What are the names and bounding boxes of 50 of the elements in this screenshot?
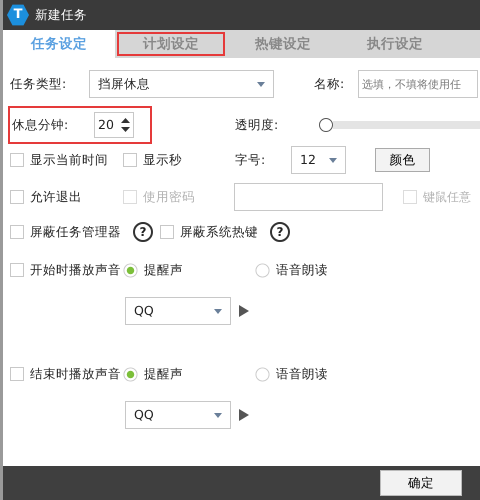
checkbox-label: 显示秒 xyxy=(143,150,182,169)
checkbox[interactable] xyxy=(10,190,24,204)
checkbox-label: 显示当前时间 xyxy=(30,150,108,169)
caret-icon xyxy=(257,82,265,86)
radio-label: 语音朗读 xyxy=(276,260,328,279)
app-logo: T xyxy=(7,4,29,26)
play-icon[interactable] xyxy=(239,409,249,421)
field-label: 字号: xyxy=(235,150,266,169)
help-icon[interactable]: ? xyxy=(270,222,290,242)
radio-button[interactable] xyxy=(255,262,270,278)
ok-button[interactable]: 确定 xyxy=(380,470,462,496)
field-label: 透明度: xyxy=(235,116,280,134)
dropdown[interactable]: 12 xyxy=(291,146,346,174)
checkbox-label: 开始时播放声音 xyxy=(30,260,121,279)
radio-label: 提醒声 xyxy=(144,260,183,279)
radio-button[interactable] xyxy=(123,262,138,278)
checkbox[interactable] xyxy=(10,263,24,277)
slider-track[interactable] xyxy=(333,121,480,129)
field-label: 休息分钟: xyxy=(12,116,70,134)
slider-thumb[interactable] xyxy=(319,118,333,132)
dropdown[interactable]: 挡屏休息 xyxy=(89,70,274,98)
checkbox-label: 允许退出 xyxy=(30,188,82,206)
checkbox-label: 结束时播放声音 xyxy=(30,364,121,383)
spin-arrows-icon[interactable] xyxy=(121,117,130,133)
checkbox[interactable] xyxy=(123,153,137,167)
checkbox-label: 键鼠任意 xyxy=(423,189,471,206)
caret-icon xyxy=(214,412,222,418)
field-label: 任务类型: xyxy=(10,74,68,93)
dropdown[interactable]: QQ xyxy=(125,297,231,325)
checkbox-label: 屏蔽系统热键 xyxy=(180,222,258,241)
checkbox[interactable] xyxy=(10,153,24,167)
dropdown[interactable]: QQ xyxy=(125,401,231,429)
number-spinner[interactable]: 20 xyxy=(94,112,134,138)
window-title: 新建任务 xyxy=(35,6,87,24)
radio-label: 语音朗读 xyxy=(276,364,328,383)
radio-label: 提醒声 xyxy=(144,364,183,383)
caret-icon xyxy=(329,158,337,162)
help-icon[interactable]: ? xyxy=(133,222,153,242)
name-input[interactable]: 选填，不填将使用任 xyxy=(358,70,478,98)
checkbox[interactable] xyxy=(10,367,24,381)
play-icon[interactable] xyxy=(239,305,249,317)
checkbox[interactable] xyxy=(10,225,24,239)
radio-button[interactable] xyxy=(123,366,138,382)
checkbox[interactable] xyxy=(160,225,174,239)
radio-button[interactable] xyxy=(255,366,270,382)
checkbox-label: 使用密码 xyxy=(143,188,195,206)
checkbox-label: 屏蔽任务管理器 xyxy=(30,222,121,241)
field-label: 名称: xyxy=(314,74,346,93)
caret-icon xyxy=(214,308,222,314)
color-button[interactable]: 颜色 xyxy=(375,148,430,172)
